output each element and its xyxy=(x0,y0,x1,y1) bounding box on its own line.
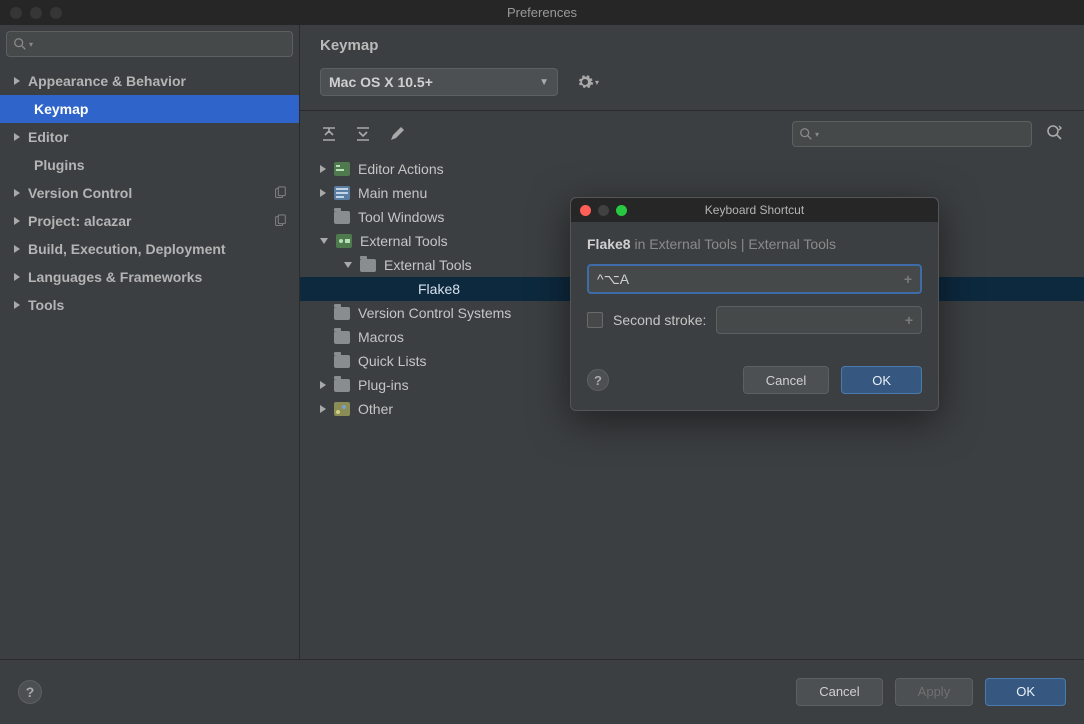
tree-label: Quick Lists xyxy=(358,353,426,369)
ok-button[interactable]: OK xyxy=(985,678,1066,706)
chevron-down-icon: ▼ xyxy=(539,77,549,88)
other-icon xyxy=(334,402,350,416)
plus-icon[interactable]: + xyxy=(905,312,913,328)
dialog-path: Flake8 in External Tools | External Tool… xyxy=(587,236,922,252)
footer: ? Cancel Apply OK xyxy=(0,659,1084,723)
tree-label: Plug-ins xyxy=(358,377,409,393)
combo-value: Mac OS X 10.5+ xyxy=(329,74,433,90)
sidebar-label: Keymap xyxy=(34,101,88,117)
dialog-title: Keyboard Shortcut xyxy=(571,203,938,217)
project-badge-icon xyxy=(273,186,287,200)
cancel-button[interactable]: Cancel xyxy=(796,678,882,706)
search-icon xyxy=(799,127,813,141)
tree-label: External Tools xyxy=(360,233,448,249)
apply-button[interactable]: Apply xyxy=(895,678,974,706)
sidebar-label: Languages & Frameworks xyxy=(28,269,202,285)
keymap-settings-gear[interactable]: ▾ xyxy=(576,73,599,91)
tree-label: Tool Windows xyxy=(358,209,444,225)
sidebar-item-plugins[interactable]: Plugins xyxy=(0,151,299,179)
collapse-all-icon[interactable] xyxy=(354,125,372,143)
tree-label: Version Control Systems xyxy=(358,305,511,321)
btn-label: Cancel xyxy=(819,684,859,699)
sidebar-label: Version Control xyxy=(28,185,132,201)
window-title: Preferences xyxy=(0,5,1084,20)
folder-icon xyxy=(334,331,350,344)
tree-label: Editor Actions xyxy=(358,161,444,177)
dialog-cancel-button[interactable]: Cancel xyxy=(743,366,829,394)
btn-label: OK xyxy=(1016,684,1035,699)
sidebar-item-editor[interactable]: Editor xyxy=(0,123,299,151)
sidebar-item-vcs[interactable]: Version Control xyxy=(0,179,299,207)
folder-icon xyxy=(360,259,376,272)
sidebar-label: Tools xyxy=(28,297,64,313)
btn-label: Cancel xyxy=(766,373,806,388)
folder-icon xyxy=(334,307,350,320)
sidebar-item-build[interactable]: Build, Execution, Deployment xyxy=(0,235,299,263)
help-button[interactable]: ? xyxy=(18,680,42,704)
tree-row[interactable]: Editor Actions xyxy=(300,157,1084,181)
sidebar-item-appearance[interactable]: Appearance & Behavior xyxy=(0,67,299,95)
keymap-scheme-combo[interactable]: Mac OS X 10.5+ ▼ xyxy=(320,68,558,96)
settings-search[interactable]: ▾ xyxy=(6,31,293,57)
sidebar-label: Build, Execution, Deployment xyxy=(28,241,226,257)
keyboard-shortcut-dialog: Keyboard Shortcut Flake8 in External Too… xyxy=(570,197,939,411)
action-name: Flake8 xyxy=(587,236,631,252)
shortcut-value: ^⌥A xyxy=(597,271,629,288)
sidebar-item-project[interactable]: Project: alcazar xyxy=(0,207,299,235)
action-search[interactable]: ▾ xyxy=(792,121,1032,147)
menu-icon xyxy=(334,186,350,200)
sidebar-item-tools[interactable]: Tools xyxy=(0,291,299,319)
sidebar-label: Editor xyxy=(28,129,68,145)
action-path: in External Tools | External Tools xyxy=(631,236,836,252)
tree-label: Macros xyxy=(358,329,404,345)
dialog-help-button[interactable]: ? xyxy=(587,369,609,391)
chevron-down-icon: ▾ xyxy=(29,40,33,49)
dialog-ok-button[interactable]: OK xyxy=(841,366,922,394)
tree-label: Flake8 xyxy=(418,281,460,297)
chevron-down-icon: ▾ xyxy=(815,130,819,139)
second-stroke-label: Second stroke: xyxy=(613,312,706,328)
plus-icon[interactable]: + xyxy=(904,271,912,287)
find-by-shortcut[interactable] xyxy=(1046,124,1064,145)
second-stroke-input[interactable]: + xyxy=(716,306,922,334)
folder-icon xyxy=(334,211,350,224)
tree-label: Other xyxy=(358,401,393,417)
edit-icon[interactable] xyxy=(388,125,406,143)
first-stroke-input[interactable]: ^⌥A + xyxy=(587,264,922,294)
project-badge-icon xyxy=(273,214,287,228)
sidebar-label: Appearance & Behavior xyxy=(28,73,186,89)
search-icon xyxy=(13,37,27,51)
sidebar-item-languages[interactable]: Languages & Frameworks xyxy=(0,263,299,291)
expand-all-icon[interactable] xyxy=(320,125,338,143)
tools-icon xyxy=(336,234,352,248)
sidebar: ▾ Appearance & Behavior Keymap Editor Pl… xyxy=(0,25,300,659)
sidebar-label: Plugins xyxy=(34,157,85,173)
page-title: Keymap xyxy=(300,25,1084,64)
folder-icon xyxy=(334,355,350,368)
btn-label: Apply xyxy=(918,684,951,699)
tree-label: Main menu xyxy=(358,185,427,201)
second-stroke-checkbox[interactable] xyxy=(587,312,603,328)
btn-label: OK xyxy=(872,373,891,388)
gear-icon xyxy=(576,73,594,91)
actions-icon xyxy=(334,162,350,176)
sidebar-label: Project: alcazar xyxy=(28,213,132,229)
dialog-titlebar: Keyboard Shortcut xyxy=(571,198,938,222)
titlebar: Preferences xyxy=(0,0,1084,25)
find-shortcut-icon xyxy=(1046,124,1064,142)
folder-icon xyxy=(334,379,350,392)
tree-label: External Tools xyxy=(384,257,472,273)
sidebar-item-keymap[interactable]: Keymap xyxy=(0,95,299,123)
